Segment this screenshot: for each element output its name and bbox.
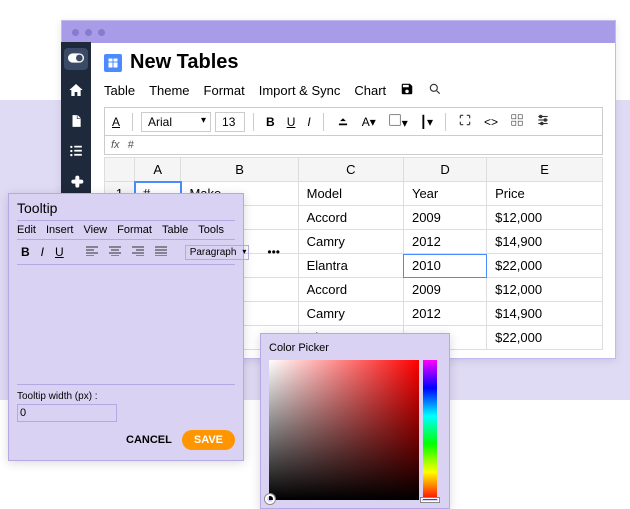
cell[interactable]: $22,000 — [487, 326, 603, 350]
titlebar — [62, 21, 615, 43]
italic-icon[interactable]: I — [303, 113, 314, 131]
sidebar-item-document[interactable] — [69, 113, 83, 132]
font-family-select[interactable]: Arial — [141, 112, 211, 132]
cell[interactable]: 2012 — [403, 302, 486, 326]
font-size-select[interactable]: 13 — [215, 112, 245, 132]
tooltip-menubar: Edit Insert View Format Table Tools — [17, 220, 235, 240]
cell[interactable]: Camry — [298, 302, 403, 326]
tt-menu-tools[interactable]: Tools — [198, 224, 224, 236]
color-picker-title: Color Picker — [269, 342, 441, 354]
tt-align-left-icon[interactable] — [82, 243, 102, 261]
cancel-button[interactable]: CANCEL — [126, 434, 172, 446]
cell[interactable]: Model — [298, 182, 403, 206]
menu-theme[interactable]: Theme — [149, 83, 189, 98]
tt-menu-insert[interactable]: Insert — [46, 224, 74, 236]
tooltip-width-input[interactable] — [17, 404, 117, 422]
border-icon[interactable]: ▾ — [384, 111, 412, 132]
tooltip-editor-area[interactable] — [17, 265, 235, 385]
tt-align-right-icon[interactable] — [128, 243, 148, 261]
tt-align-justify-icon[interactable] — [151, 243, 171, 261]
tt-paragraph-select[interactable]: Paragraph — [185, 245, 250, 260]
color-hue-slider[interactable] — [423, 360, 437, 500]
text-color-icon[interactable]: A — [108, 113, 124, 131]
tt-italic-icon[interactable]: I — [37, 243, 48, 261]
color-saturation-area[interactable] — [269, 360, 419, 500]
fx-label: fx — [111, 139, 120, 151]
col-header[interactable]: E — [487, 158, 603, 182]
corner-cell[interactable] — [105, 158, 135, 182]
cell[interactable]: Year — [403, 182, 486, 206]
menu-chart[interactable]: Chart — [354, 83, 386, 98]
tt-align-center-icon[interactable] — [105, 243, 125, 261]
menu-format[interactable]: Format — [204, 83, 245, 98]
tt-more-icon[interactable]: ••• — [263, 243, 284, 261]
menubar: Table Theme Format Import & Sync Chart — [104, 78, 603, 103]
cell[interactable]: Elantra — [298, 254, 403, 278]
cell[interactable]: Accord — [298, 206, 403, 230]
window-dot — [85, 29, 92, 36]
tt-underline-icon[interactable]: U — [51, 243, 68, 261]
expand-icon[interactable] — [454, 111, 476, 132]
hue-cursor[interactable] — [421, 498, 439, 502]
page-title: New Tables — [130, 51, 239, 74]
col-header[interactable]: C — [298, 158, 403, 182]
cell[interactable]: 2012 — [403, 230, 486, 254]
formula-bar[interactable]: fx # — [104, 136, 603, 155]
tt-menu-edit[interactable]: Edit — [17, 224, 36, 236]
code-icon[interactable]: <> — [480, 113, 502, 131]
fill-color-icon[interactable] — [332, 111, 354, 132]
color-picker-panel: Color Picker — [260, 333, 450, 509]
tooltip-toolbar: B I U Paragraph ••• — [17, 240, 235, 265]
cell[interactable]: 2009 — [403, 206, 486, 230]
search-icon[interactable] — [428, 82, 442, 99]
settings-icon[interactable] — [532, 111, 554, 132]
cell[interactable]: Price — [487, 182, 603, 206]
cell[interactable]: $22,000 — [487, 254, 603, 278]
tt-menu-format[interactable]: Format — [117, 224, 152, 236]
cell[interactable]: $12,000 — [487, 206, 603, 230]
tt-menu-table[interactable]: Table — [162, 224, 188, 236]
save-button[interactable]: SAVE — [182, 430, 235, 450]
table-icon — [104, 54, 122, 72]
window-dot — [98, 29, 105, 36]
text-color-dropdown-icon[interactable]: A▾ — [358, 113, 380, 131]
cell[interactable]: $14,900 — [487, 230, 603, 254]
color-cursor[interactable] — [265, 494, 275, 504]
cell[interactable]: $14,900 — [487, 302, 603, 326]
tooltip-width-label: Tooltip width (px) : — [17, 391, 235, 402]
tt-menu-view[interactable]: View — [83, 224, 107, 236]
cell[interactable]: Accord — [298, 278, 403, 302]
col-header[interactable]: D — [403, 158, 486, 182]
cell[interactable]: 2009 — [403, 278, 486, 302]
save-icon[interactable] — [400, 82, 414, 99]
col-header[interactable]: B — [181, 158, 298, 182]
col-header[interactable]: A — [135, 158, 181, 182]
grid-icon[interactable] — [506, 111, 528, 132]
sidebar-item-list[interactable] — [68, 144, 84, 161]
fx-value: # — [128, 139, 134, 151]
menu-table[interactable]: Table — [104, 83, 135, 98]
tooltip-editor-panel: Tooltip Edit Insert View Format Table To… — [8, 193, 244, 461]
underline-icon[interactable]: U — [283, 113, 300, 131]
cell[interactable]: $12,000 — [487, 278, 603, 302]
sidebar-item-home[interactable] — [68, 82, 84, 101]
toolbar: A Arial 13 B U I A▾ ▾ ┃▾ <> — [104, 107, 603, 136]
sidebar-item-toggle[interactable] — [64, 48, 88, 70]
tooltip-title: Tooltip — [17, 200, 235, 216]
tt-bold-icon[interactable]: B — [17, 243, 34, 261]
line-style-icon[interactable]: ┃▾ — [416, 113, 437, 131]
menu-import-sync[interactable]: Import & Sync — [259, 83, 341, 98]
cell[interactable]: Camry — [298, 230, 403, 254]
sidebar — [61, 42, 91, 207]
sidebar-item-plugin[interactable] — [68, 173, 84, 192]
cell[interactable]: 2010 — [403, 254, 486, 278]
bold-icon[interactable]: B — [262, 113, 279, 131]
window-dot — [72, 29, 79, 36]
